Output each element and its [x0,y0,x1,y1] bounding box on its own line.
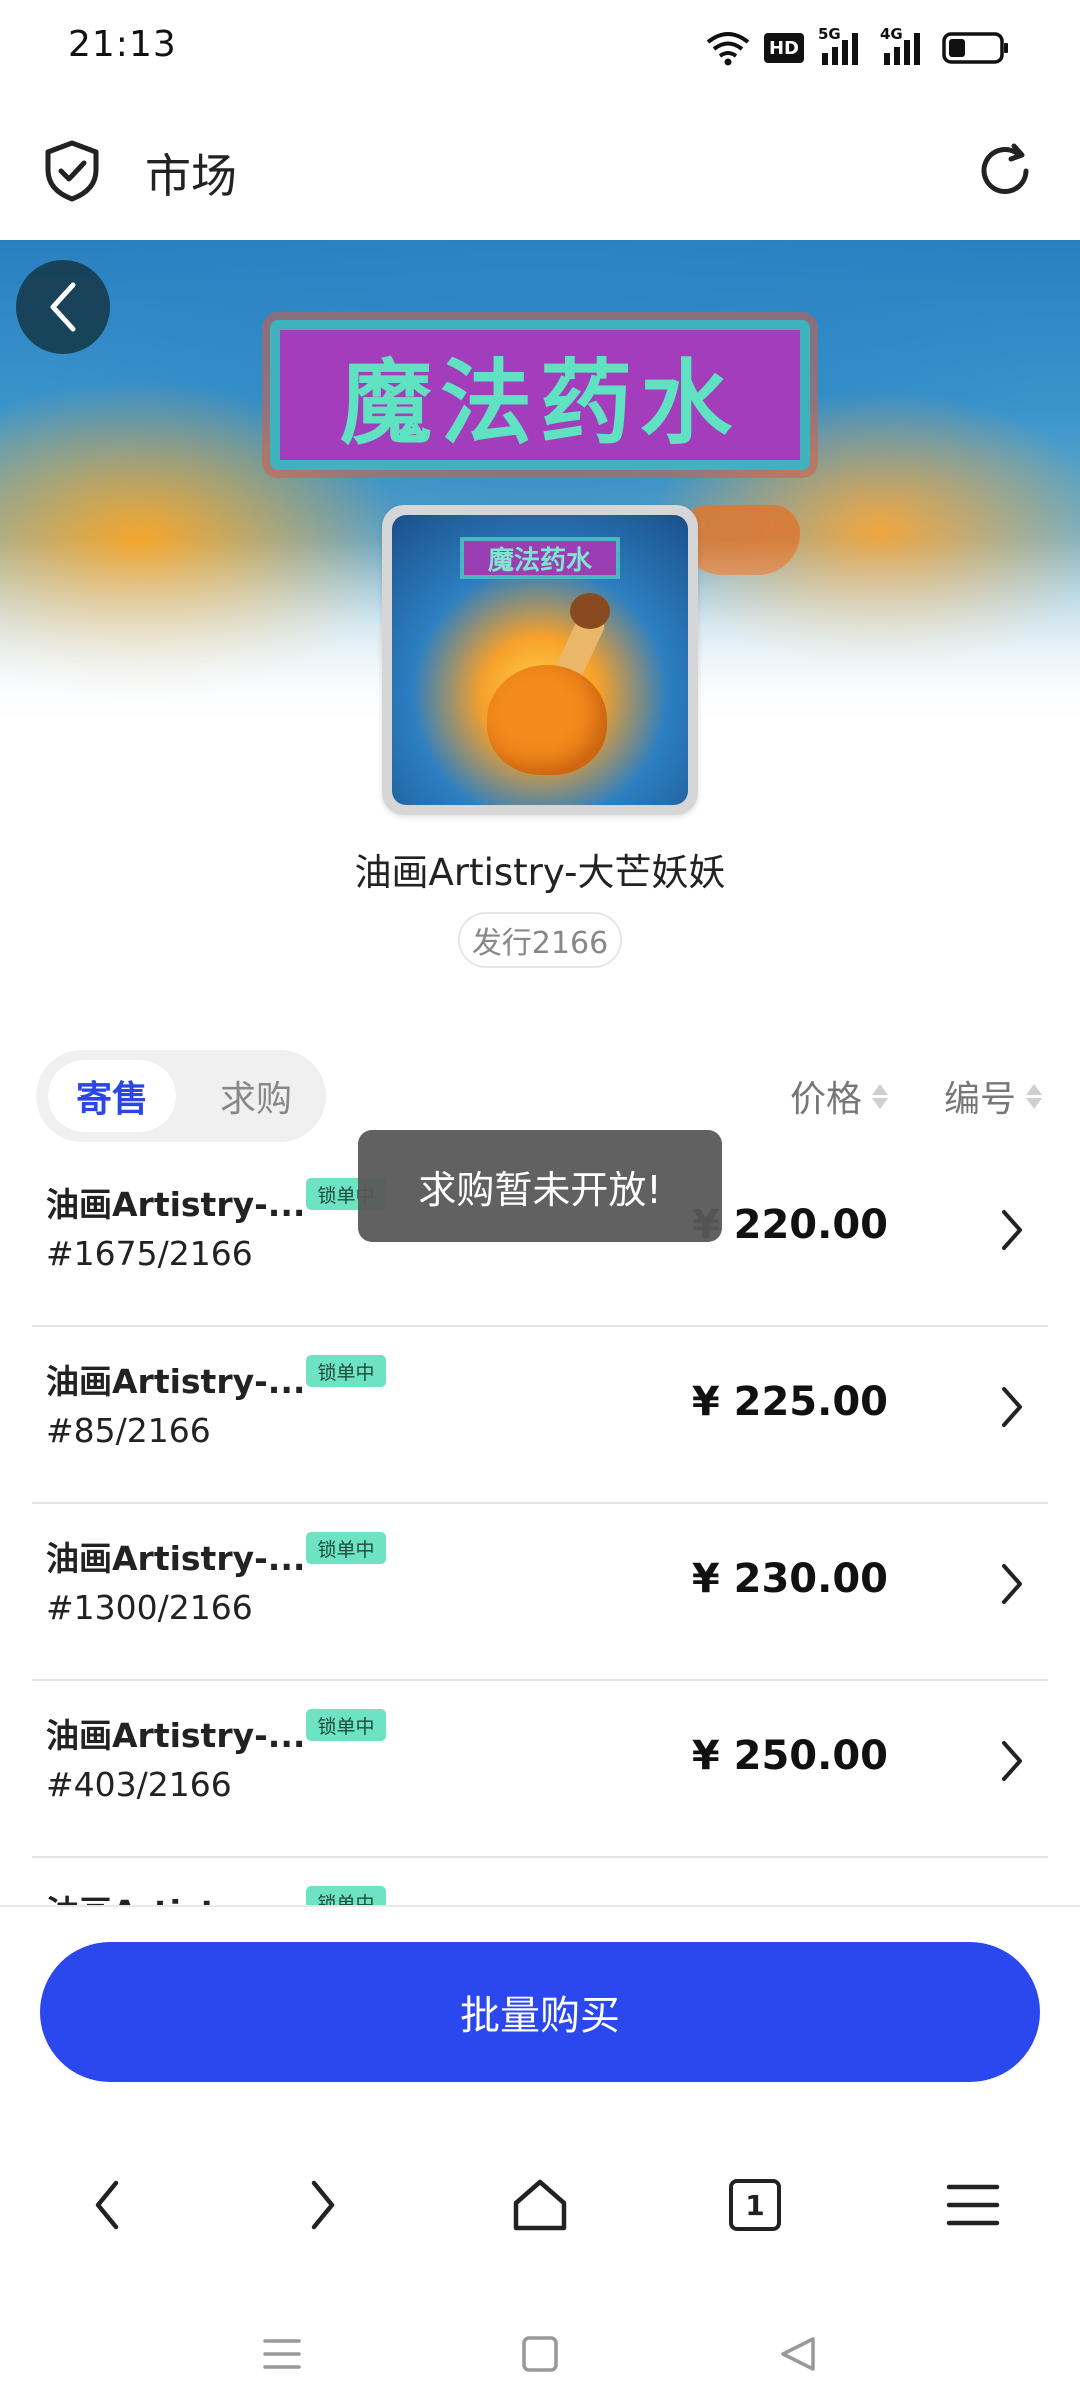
lock-status-badge: 锁单中 [306,1355,386,1387]
chevron-right-icon [1002,1387,1022,1427]
refresh-icon[interactable] [974,140,1036,202]
hd-icon: HD [764,33,804,63]
tabs-icon[interactable]: 1 [720,2170,790,2240]
lock-status-badge: 锁单中 [306,1886,386,1905]
chevron-right-icon [1002,1210,1022,1250]
status-time: 21:13 [68,24,177,65]
home-square-icon[interactable] [514,2328,566,2380]
list-item-serial: #1300/2166 [46,1588,253,1627]
bottom-divider [0,1905,1080,1907]
sort-arrows-icon [872,1083,889,1109]
back-button[interactable] [16,260,110,354]
page-title: 市场 [145,149,237,203]
chevron-right-icon [1002,1741,1022,1781]
shield-check-icon[interactable] [44,140,100,202]
battery-icon [942,31,1010,65]
signal-5g-icon: 5G [818,25,866,67]
item-thumbnail[interactable]: 魔法药水 [382,505,698,815]
list-item-serial: #1675/2166 [46,1234,253,1273]
toast-message: 求购暂未开放! [358,1130,722,1242]
signal-4g-icon: 4G [880,25,928,67]
status-bar: 21:13 HD 5G 4G [0,0,1080,100]
list-item-title: 油画Artistry-... [46,1716,306,1755]
menu-icon[interactable] [938,2170,1008,2240]
list-item-price: ¥ 250.00 [691,1733,888,1779]
list-item-title: 油画Artistry-... [46,1185,306,1224]
lock-status-badge: 锁单中 [306,1709,386,1741]
home-icon[interactable] [505,2170,575,2240]
tab-group: 寄售 求购 [36,1050,326,1142]
list-item-serial: #85/2166 [46,1411,211,1450]
system-navigation-bar [0,2310,1080,2400]
sort-number[interactable]: 编号 [944,1070,1043,1122]
browser-toolbar: 1 [0,2140,1080,2270]
banner-sign: 魔法药水 [270,320,810,470]
listing-list: 油画Artistry-... 锁单中 #1675/2166 ¥ 220.00 油… [32,1150,1048,1905]
list-item-price: ¥ 230.00 [691,1556,888,1602]
wifi-icon [706,30,750,66]
list-item[interactable]: 油画Artistry-... 锁单中 #403/2166 ¥ 250.00 [32,1681,1048,1858]
tab-count: 1 [729,2179,781,2231]
market-page: 21:13 HD 5G 4G 市场 魔法药水 魔法药水 油画Artistry-大… [0,0,1080,2408]
sort-number-label: 编号 [944,1079,1017,1120]
app-header: 市场 [0,110,1080,240]
chevron-left-icon [50,282,76,332]
thumbnail-label: 魔法药水 [460,537,620,579]
tab-consignment[interactable]: 寄售 [48,1060,176,1132]
lock-status-badge: 锁单中 [306,1532,386,1564]
chevron-right-icon [1002,1564,1022,1604]
tab-purchase-request[interactable]: 求购 [196,1060,316,1132]
list-item-title: 油画Artistry-... [46,1886,305,1905]
issue-badge: 发行2166 [458,912,622,968]
sort-arrows-icon [1026,1083,1043,1109]
thumbnail-artwork: 魔法药水 [392,515,688,805]
list-item-title: 油画Artistry-... [46,1539,306,1578]
forward-icon[interactable] [288,2170,358,2240]
bulk-buy-button[interactable]: 批量购买 [40,1942,1040,2082]
bottle-cork-shape [570,593,610,629]
sort-price[interactable]: 价格 [790,1070,889,1122]
bottle-body-shape [487,665,607,775]
back-triangle-icon[interactable] [772,2328,824,2380]
status-icons: HD 5G 4G [706,25,1010,70]
list-item-title: 油画Artistry-... [46,1362,306,1401]
item-title: 油画Artistry-大芒妖妖 [354,851,726,894]
recents-icon[interactable] [256,2328,308,2380]
banner-sign-text: 魔法药水 [339,348,740,457]
sort-price-label: 价格 [790,1079,863,1120]
list-item-serial: #403/2166 [46,1765,232,1804]
list-item[interactable]: 油画Artistry-... 锁单中 #1300/2166 ¥ 230.00 [32,1504,1048,1681]
list-item-price: ¥ 225.00 [691,1379,888,1425]
back-icon[interactable] [72,2170,142,2240]
list-item[interactable]: 油画Artistry-... 锁单中 #85/2166 ¥ 225.00 [32,1327,1048,1504]
list-item[interactable]: 油画Artistry-... 锁单中 [32,1858,1048,1905]
